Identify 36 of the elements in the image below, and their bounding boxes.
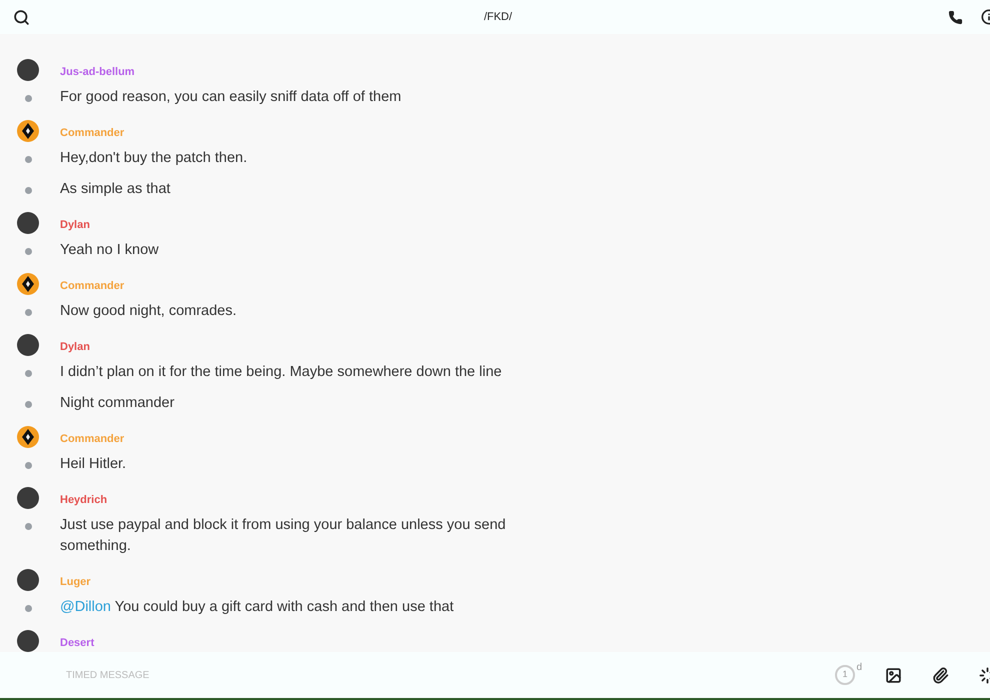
author-name[interactable]: Commander — [60, 430, 124, 448]
message-text: For good reason, you can easily sniff data off of them — [60, 88, 402, 107]
message-text: As simple as that — [60, 180, 170, 199]
message-text: I didn’t plan on it for the time being. Maybe somewhere down the line — [60, 363, 502, 382]
mention-link[interactable]: @Dillon — [60, 599, 111, 615]
paperclip-icon[interactable] — [932, 666, 949, 684]
author-name[interactable]: Luger — [60, 574, 91, 590]
timer-unit: d — [856, 661, 862, 675]
author-name[interactable]: Commander — [60, 124, 124, 142]
message-text: Hey,don't buy the patch then. — [60, 149, 248, 168]
chat-title: /FKD/ — [484, 10, 512, 25]
avatar-photo-placeholder — [17, 569, 39, 591]
message-input[interactable]: TIMED MESSAGE — [66, 668, 835, 682]
search-icon[interactable] — [13, 8, 30, 26]
author-name[interactable]: Dylan — [60, 338, 90, 356]
message-text: Heil Hitler. — [60, 455, 126, 474]
message-text: Just use paypal and block it from using your balance unless you send something. — [60, 516, 507, 556]
message-text: @Dillon You could buy a gift card with cash and then use that — [60, 598, 454, 617]
message-text: Night commander — [60, 394, 174, 413]
message-text: Yeah no I know — [60, 241, 159, 260]
author-name[interactable]: Dylan — [60, 216, 90, 234]
author-name[interactable]: Heydrich — [60, 492, 108, 508]
avatar-photo-placeholder — [17, 59, 39, 81]
avatar-photo-placeholder — [17, 487, 39, 509]
emblem-avatar-icon — [17, 120, 39, 142]
emblem-avatar-icon — [17, 273, 39, 295]
avatar-photo-placeholder — [17, 630, 39, 652]
author-name[interactable]: Jus-ad-bellum — [60, 64, 135, 80]
image-icon[interactable] — [885, 666, 902, 684]
phone-icon[interactable] — [948, 10, 963, 24]
avatar-photo-placeholder — [17, 212, 39, 234]
emblem-avatar-icon — [17, 426, 39, 448]
author-name[interactable]: Desert — [60, 634, 94, 652]
avatar-photo-placeholder — [17, 334, 39, 356]
message-text: Now good night, comrades. — [60, 302, 237, 321]
author-name[interactable]: Commander — [60, 278, 124, 294]
